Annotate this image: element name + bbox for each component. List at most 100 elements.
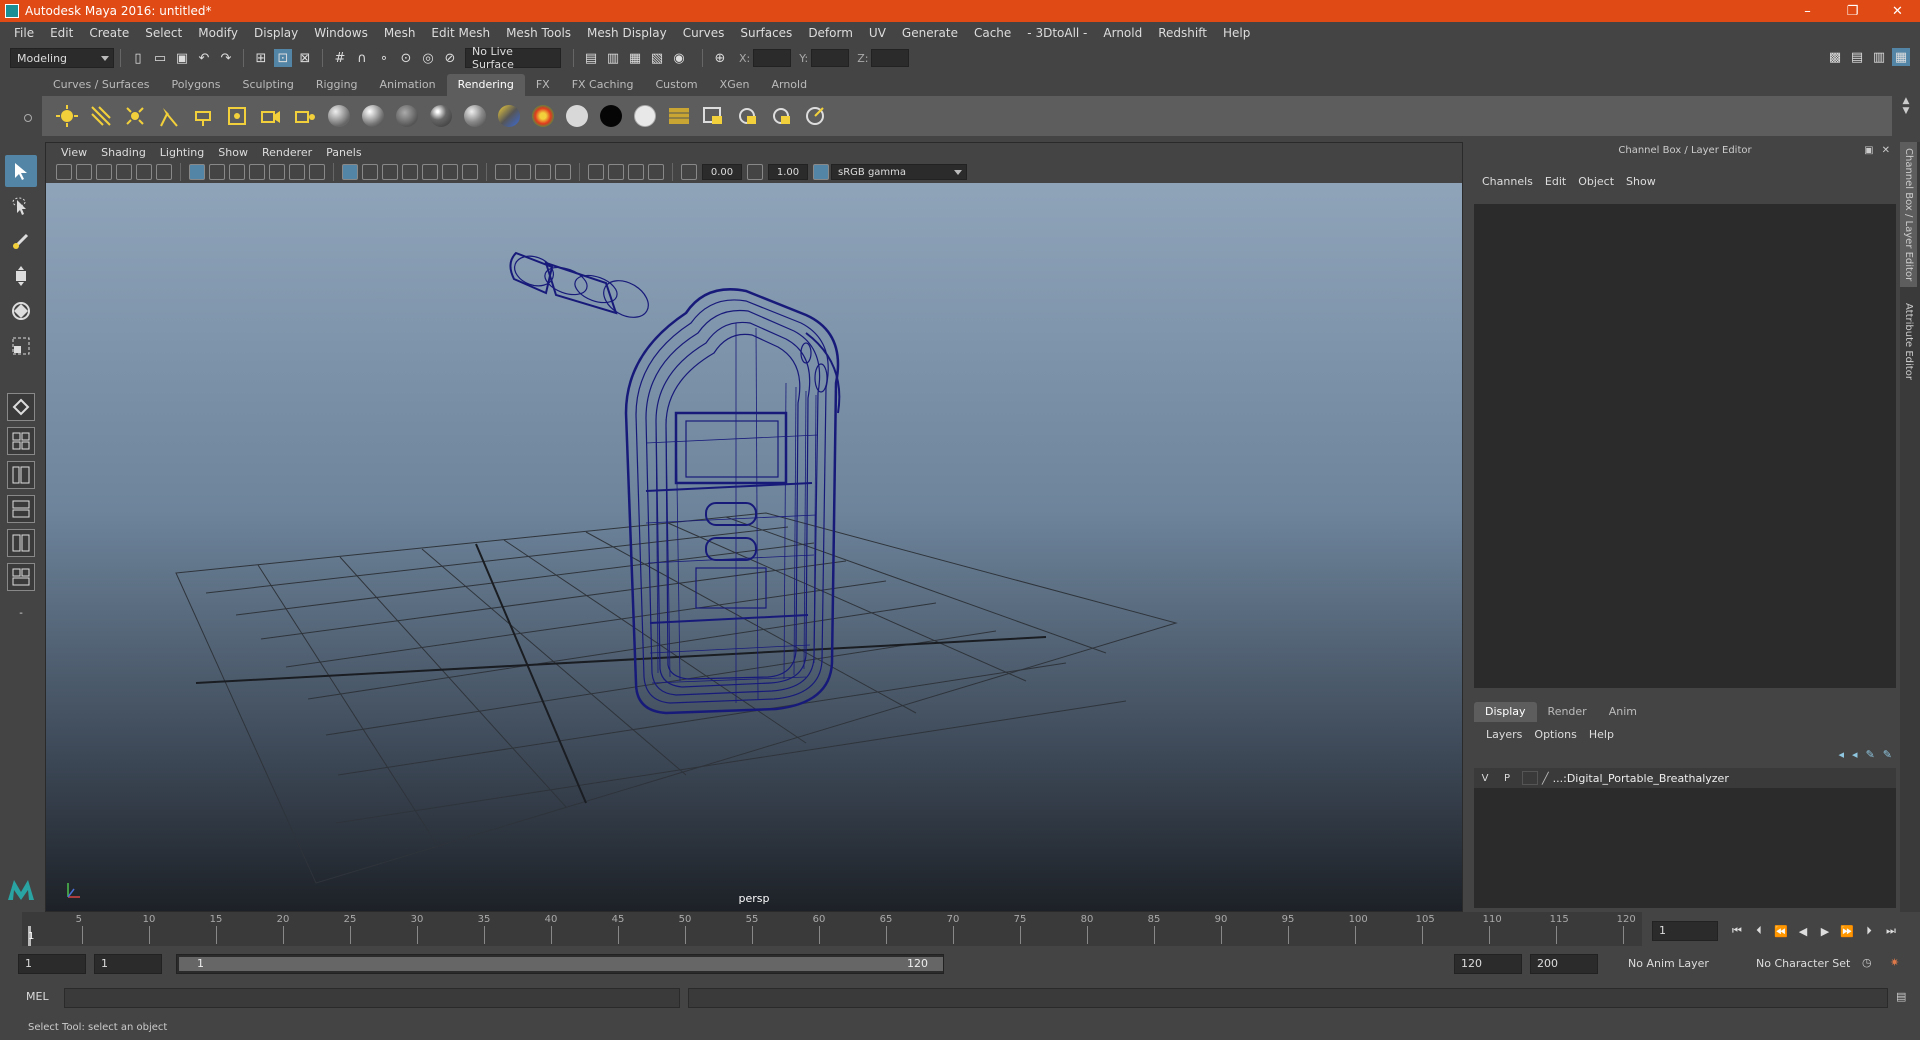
motion-blur-icon[interactable] (515, 164, 531, 180)
render-frame-icon[interactable]: ▤ (582, 49, 600, 67)
menu-3dtoall[interactable]: - 3DtoAll - (1019, 26, 1095, 40)
persp-hypershade-layout-icon[interactable] (7, 529, 35, 557)
ipr-render-icon[interactable] (767, 102, 795, 130)
render-view-icon[interactable]: ◉ (670, 49, 688, 67)
open-scene-icon[interactable]: ▭ (151, 49, 169, 67)
menu-help[interactable]: Help (1215, 26, 1258, 40)
field-chart-icon[interactable] (269, 164, 285, 180)
channel-box-area[interactable] (1474, 204, 1896, 688)
save-scene-icon[interactable]: ▣ (173, 49, 191, 67)
float-panel-icon[interactable]: ▣ (1864, 145, 1873, 156)
surface-shader-icon[interactable] (529, 102, 557, 130)
channel-box-toggle-icon[interactable]: ▦ (1892, 48, 1910, 66)
layer-visibility-toggle[interactable]: V (1474, 773, 1496, 784)
multisample-aa-icon[interactable] (535, 164, 551, 180)
camera-attributes-icon[interactable] (76, 164, 92, 180)
menu-mesh-tools[interactable]: Mesh Tools (498, 26, 579, 40)
script-language-label[interactable]: MEL (26, 990, 49, 1003)
gamma-icon[interactable] (747, 164, 763, 180)
range-slider[interactable]: 1 120 (176, 954, 944, 974)
make-live-icon[interactable]: ⊘ (441, 49, 459, 67)
anisotropic-shader-icon[interactable] (325, 102, 353, 130)
use-background-shader-icon[interactable] (631, 102, 659, 130)
side-tab-channel-box[interactable]: Channel Box / Layer Editor (1900, 142, 1917, 288)
menu-redshift[interactable]: Redshift (1150, 26, 1215, 40)
xray-icon[interactable] (608, 164, 624, 180)
screen-space-ao-icon[interactable] (495, 164, 511, 180)
shelf-tab-arnold[interactable]: Arnold (760, 74, 818, 96)
channels-menu[interactable]: Channels (1476, 175, 1539, 188)
lambert-shader-icon[interactable] (393, 102, 421, 130)
redo-icon[interactable]: ↷ (217, 49, 235, 67)
shadows-icon[interactable] (462, 164, 478, 180)
black-shader-icon[interactable] (597, 102, 625, 130)
move-layer-down-icon[interactable]: ◂ (1852, 748, 1858, 761)
live-surface-field[interactable]: No Live Surface (465, 45, 561, 71)
area-light-icon[interactable] (189, 102, 217, 130)
safe-title-icon[interactable] (309, 164, 325, 180)
toolbox-more-icon[interactable]: - (5, 597, 37, 629)
options-menu[interactable]: Options (1528, 728, 1582, 741)
exposure-field[interactable]: 0.00 (702, 164, 742, 180)
menu-cache[interactable]: Cache (966, 26, 1019, 40)
shelf-settings-icon[interactable] (24, 114, 32, 122)
step-back-frame-icon[interactable]: ⏴ (1748, 921, 1770, 941)
menu-select[interactable]: Select (137, 26, 190, 40)
persp-outliner-layout-icon[interactable] (7, 461, 35, 489)
viewport-menu-panels[interactable]: Panels (319, 146, 368, 159)
minimize-button[interactable]: – (1785, 0, 1830, 22)
restore-button[interactable]: ❐ (1830, 0, 1875, 22)
side-tab-attribute-editor[interactable]: Attribute Editor (1900, 297, 1917, 386)
2d-pan-zoom-icon[interactable] (156, 164, 172, 180)
shelf-tab-fx[interactable]: FX (525, 74, 561, 96)
anim-layer-dropdown[interactable]: No Anim Layer (1622, 954, 1740, 974)
snap-point-icon[interactable]: ∘ (375, 49, 393, 67)
viewport-menu-show[interactable]: Show (211, 146, 255, 159)
tool-settings-icon[interactable]: ▥ (1870, 48, 1888, 66)
viewport-menu-lighting[interactable]: Lighting (153, 146, 211, 159)
script-editor-icon[interactable]: ▤ (1896, 990, 1906, 1003)
new-scene-icon[interactable]: ▯ (129, 49, 147, 67)
render-settings-icon[interactable]: ▦ (626, 49, 644, 67)
directional-light-icon[interactable] (87, 102, 115, 130)
phong-shader-icon[interactable] (427, 102, 455, 130)
film-gate-icon[interactable] (209, 164, 225, 180)
depth-of-field-icon[interactable] (555, 164, 571, 180)
render-settings-icon[interactable] (699, 102, 727, 130)
auto-key-icon[interactable]: ◷ (1862, 956, 1872, 969)
gate-mask-icon[interactable] (249, 164, 265, 180)
batch-render-icon[interactable] (801, 102, 829, 130)
layer-tab-display[interactable]: Display (1474, 702, 1537, 722)
menu-edit[interactable]: Edit (42, 26, 81, 40)
shelf-tab-rigging[interactable]: Rigging (305, 74, 369, 96)
white-shader-icon[interactable] (563, 102, 591, 130)
attribute-editor-toggle-icon[interactable]: ▤ (1848, 48, 1866, 66)
xray-joints-icon[interactable] (648, 164, 664, 180)
animation-preferences-icon[interactable]: ✷ (1890, 956, 1899, 969)
textured-icon[interactable] (422, 164, 438, 180)
modeling-toolkit-icon[interactable]: ▩ (1826, 48, 1844, 66)
viewport-menu-view[interactable]: View (54, 146, 94, 159)
spot-light-icon[interactable] (155, 102, 183, 130)
layer-tab-anim[interactable]: Anim (1598, 702, 1648, 722)
viewport-menu-shading[interactable]: Shading (94, 146, 153, 159)
shelf-tab-curves-surfaces[interactable]: Curves / Surfaces (42, 74, 161, 96)
menu-curves[interactable]: Curves (675, 26, 733, 40)
play-forwards-icon[interactable]: ▶ (1814, 921, 1836, 941)
view-transform-dropdown[interactable]: sRGB gamma (831, 164, 967, 180)
menu-mesh[interactable]: Mesh (376, 26, 424, 40)
rotate-tool-icon[interactable] (5, 295, 37, 327)
menu-create[interactable]: Create (81, 26, 137, 40)
select-hierarchy-icon[interactable]: ⊞ (252, 49, 270, 67)
layer-tab-render[interactable]: Render (1537, 702, 1598, 722)
move-layer-up-icon[interactable]: ◂ (1839, 748, 1845, 761)
four-view-layout-icon[interactable] (7, 427, 35, 455)
layers-menu[interactable]: Layers (1480, 728, 1528, 741)
default-material-icon[interactable] (382, 164, 398, 180)
ramp-shader-icon[interactable] (495, 102, 523, 130)
new-empty-layer-icon[interactable]: ✎ (1866, 748, 1875, 761)
new-layer-from-selection-icon[interactable]: ✎ (1883, 748, 1892, 761)
bookmark-icon[interactable] (96, 164, 112, 180)
menu-windows[interactable]: Windows (306, 26, 376, 40)
move-tool-icon[interactable] (5, 260, 37, 292)
